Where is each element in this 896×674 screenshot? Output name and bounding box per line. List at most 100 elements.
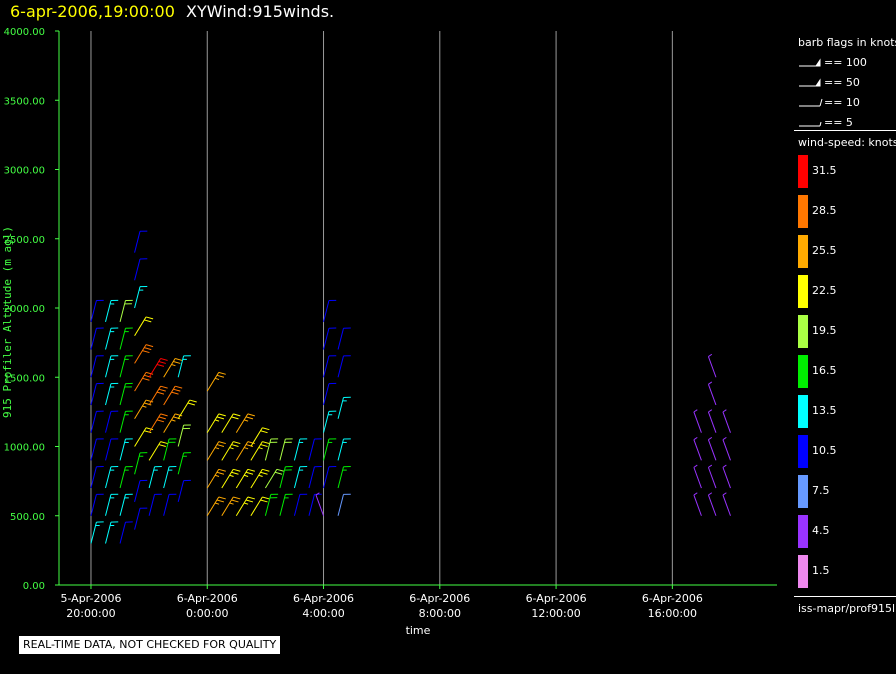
wind-barb	[337, 466, 351, 489]
barb-symbol-icon	[799, 78, 821, 87]
barb-flag	[175, 385, 183, 389]
barb-flag	[214, 474, 220, 477]
barb-flag	[262, 427, 270, 431]
quality-disclaimer: REAL-TIME DATA, NOT CHECKED FOR QUALITY	[19, 636, 281, 654]
barb-flag	[708, 464, 713, 468]
barb-flag	[214, 447, 220, 450]
barb-flag	[276, 468, 285, 472]
wind-barb	[90, 466, 104, 489]
barb-flag	[245, 499, 254, 503]
barb-symbol-half-flag	[819, 121, 822, 127]
wind-barb	[293, 466, 308, 489]
barb-staff	[722, 467, 731, 489]
barb-flag	[693, 492, 698, 496]
barb-flag	[708, 353, 713, 357]
x-tick-time: 4:00:00	[302, 607, 344, 620]
barb-staff	[722, 439, 731, 461]
barb-legend-title: barb flags in knots	[798, 36, 896, 49]
barb-staff	[707, 356, 717, 378]
barb-flag	[260, 471, 268, 475]
barb-symbol-pennant	[815, 78, 821, 87]
barb-staff	[105, 411, 112, 433]
wind-barb	[163, 493, 177, 516]
barb-flag	[258, 474, 263, 477]
barb-flag	[214, 377, 220, 381]
y-axis-label: 915 Profiler Altitude (m agl)	[1, 226, 14, 418]
barb-flag	[245, 416, 254, 420]
barb-staff	[119, 522, 126, 544]
wind-barb	[119, 382, 133, 406]
wind-barb	[308, 438, 322, 461]
wind-barb	[105, 327, 119, 350]
speed-scale-label: 1.5	[812, 564, 830, 577]
wind-barb	[134, 258, 148, 281]
wind-barb	[177, 479, 191, 503]
barb-staff	[177, 480, 185, 503]
barb-legend-item: == 10	[798, 96, 896, 110]
barb-flag	[693, 409, 698, 413]
wind-barb	[105, 355, 119, 378]
barb-flag	[722, 436, 727, 441]
y-tick-label: 3500.00	[4, 96, 45, 107]
barb-staff	[707, 467, 717, 489]
speed-color-swatch	[798, 475, 808, 508]
x-tick-time: 0:00:00	[186, 607, 228, 620]
speed-scale-label: 19.5	[812, 324, 837, 337]
barb-flag	[145, 316, 154, 320]
barb-flag	[233, 413, 241, 417]
barb-flag	[247, 468, 255, 472]
barb-flag	[216, 471, 225, 475]
legend-divider	[794, 596, 896, 597]
barb-flag	[247, 496, 255, 500]
barb-flag	[158, 444, 166, 448]
barb-flag	[187, 402, 195, 406]
speed-scale-label: 10.5	[812, 444, 837, 457]
wind-barb	[722, 464, 731, 489]
wind-barb	[323, 355, 337, 378]
barb-staff	[308, 466, 315, 489]
barb-staff	[90, 383, 97, 406]
barb-staff	[90, 355, 97, 378]
x-tick-date: 6-Apr-2006	[177, 592, 238, 605]
barb-flag	[189, 399, 197, 403]
barb-staff	[308, 438, 315, 461]
wind-barb	[134, 479, 148, 503]
speed-color-swatch	[798, 235, 808, 268]
wind-barb	[707, 464, 717, 489]
speed-scale-label: 31.5	[812, 164, 837, 177]
barb-symbol-pennant	[815, 58, 821, 67]
x-tick-date: 6-Apr-2006	[293, 592, 354, 605]
barb-legend-label: == 100	[824, 56, 867, 69]
wind-barb	[722, 492, 731, 516]
wind-barb	[235, 413, 255, 433]
wind-barb	[693, 464, 702, 489]
wind-barb	[279, 438, 293, 461]
barb-staff	[134, 231, 141, 253]
barb-flag	[171, 391, 179, 395]
wind-barb	[337, 493, 351, 516]
wind-barb	[105, 410, 119, 433]
speed-color-swatch	[798, 395, 808, 428]
barb-flag	[708, 409, 713, 413]
barb-flag	[231, 499, 239, 503]
wind-barb	[105, 299, 119, 322]
barb-staff	[693, 467, 702, 489]
wind-barb	[148, 466, 162, 489]
barb-staff	[323, 300, 330, 322]
barb-staff	[148, 494, 156, 516]
wind-barb	[163, 385, 183, 406]
barb-staff	[722, 494, 731, 516]
wind-barb	[323, 299, 337, 322]
barb-flag	[722, 464, 727, 468]
barb-flag	[229, 502, 234, 505]
x-tick-time: 12:00:00	[531, 607, 580, 620]
barb-staff	[323, 383, 330, 406]
barb-flag	[156, 419, 165, 423]
wind-barb	[90, 410, 104, 433]
speed-legend-title: wind-speed: knots	[798, 136, 896, 149]
wind-profile-chart: 0.00500.001000.001500.002000.002500.0030…	[1, 27, 777, 637]
barb-staff	[90, 411, 97, 433]
wind-barb	[105, 438, 119, 461]
barb-flag	[218, 441, 226, 445]
wind-barb	[105, 382, 119, 406]
